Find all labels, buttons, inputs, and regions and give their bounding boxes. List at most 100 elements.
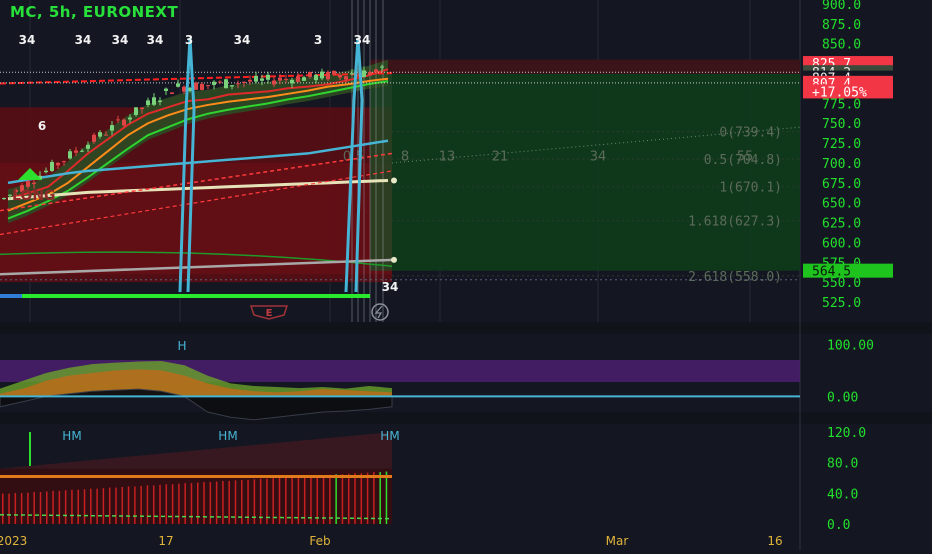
lower-line-end-dot [391,256,397,263]
vol-bar-60 [379,472,381,524]
green-signal-bar [22,294,370,298]
candle-body-25 [152,97,156,105]
candle-body-35 [212,81,216,85]
price-tick-15: 525.0 [822,296,861,311]
candle-body-15 [92,134,96,142]
candle-body-23 [140,107,144,110]
price-label-5: 564.5 [812,265,851,280]
fib-time-label-4: 21 [492,150,509,165]
candle-body-58 [350,73,354,75]
chart-title: MC, 5h, EURONEXT [10,3,179,21]
candle-body-60 [362,70,366,78]
vol-bar-10 [64,490,67,524]
price-label-4: +17.05% [812,85,867,100]
signal-label-3: 34 [147,33,164,47]
vol-bar-52 [329,474,331,524]
candle-body-56 [338,74,342,78]
candle-body-45 [272,80,276,85]
long-annotation: LONG [12,188,56,204]
cream-line-end-dot [391,177,397,184]
candle-body-63 [380,66,384,68]
chart-root: MC, 5h, EURONEXT 0(739.4) 0.5(704.8) 1(670… [0,0,932,550]
vol-bar-1 [8,493,10,524]
vol-bar-51 [322,475,325,524]
candle-body-62 [374,69,378,73]
vol-bar-17 [108,487,111,524]
vol-bar-22 [140,485,142,524]
vol-bar-29 [184,483,186,524]
candle-body-33 [200,83,204,90]
osc-marker-0: H [177,339,186,353]
price-tick-12: 600.0 [822,236,861,251]
candle-body-40 [242,81,246,83]
candle-body-49 [296,76,300,82]
candle-body-4 [26,181,30,187]
candle-body-18 [110,125,114,131]
candle-body-51 [308,71,312,77]
vol-bar-49 [310,475,312,524]
vol-bar-8 [52,490,54,524]
vol-bar-5 [33,491,35,524]
candle-body-54 [326,72,330,80]
candle-body-21 [128,117,132,120]
vol-bar-4 [27,492,29,524]
vol-bar-58 [366,472,369,524]
fib-time-label-5: 34 [590,150,607,165]
fib-time-label-3: 13 [439,150,456,165]
vol-bar-30 [190,483,193,524]
time-tick-0: 2023 [0,534,27,548]
earnings-badge-label: E [266,308,273,319]
signal-label-2: 34 [112,33,129,47]
time-tick-4: 16 [767,534,782,548]
vol-bar-0 [2,493,4,524]
candle-body-61 [368,72,372,75]
vol-bar-19 [121,487,124,524]
candle-body-57 [344,76,348,80]
vol-bar-56 [354,473,356,524]
signal-label-4: 3 [185,33,193,47]
candle-body-43 [260,78,264,81]
time-tick-3: Mar [606,534,629,548]
candle-body-17 [104,134,108,136]
signal-label-1: 34 [75,33,92,47]
price-tick-8: 700.0 [822,157,861,172]
vol-triangle-zone [0,432,392,469]
candle-body-47 [284,78,288,80]
vol-bar-21 [134,486,136,524]
vol-bar-20 [127,486,130,524]
vol-tick-1: 80.0 [827,457,858,472]
candle-body-5 [32,182,36,185]
price-tick-7: 725.0 [822,137,861,152]
price-tick-10: 650.0 [822,197,861,212]
candle-body-12 [74,150,78,153]
vol-bar-46 [291,477,293,524]
candle-body-9 [56,162,60,166]
candle-body-41 [248,79,252,82]
candle-body-26 [158,100,162,102]
candle-body-7 [44,170,48,173]
candle-body-22 [134,107,138,115]
vol-bar-28 [178,483,180,524]
signal-label-7: 34 [354,33,371,47]
price-tick-9: 675.0 [822,177,861,192]
vol-bar-35 [222,480,224,524]
vol-bar-11 [71,489,73,524]
vol-marker-0: HM [62,429,81,443]
green-projection-zone [392,73,800,271]
vol-bar-53 [335,474,337,524]
vol-bar-6 [39,491,42,524]
vol-bar-55 [347,473,350,524]
flash-icon [371,303,389,321]
vol-bar-14 [90,488,92,524]
candle-body-42 [254,75,258,82]
signal-label-8: 6 [38,119,46,133]
vol-tick-0: 120.0 [827,426,866,441]
vol-bar-48 [303,476,306,524]
signal-label-0: 34 [19,33,36,47]
osc-tick-0: 100.00 [827,338,874,353]
price-tick-6: 750.0 [822,117,861,132]
price-tick-2: 850.0 [822,38,861,53]
candle-body-19 [116,119,120,121]
signal-label-5: 34 [234,33,251,47]
price-tick-0: 900.0 [822,0,861,13]
